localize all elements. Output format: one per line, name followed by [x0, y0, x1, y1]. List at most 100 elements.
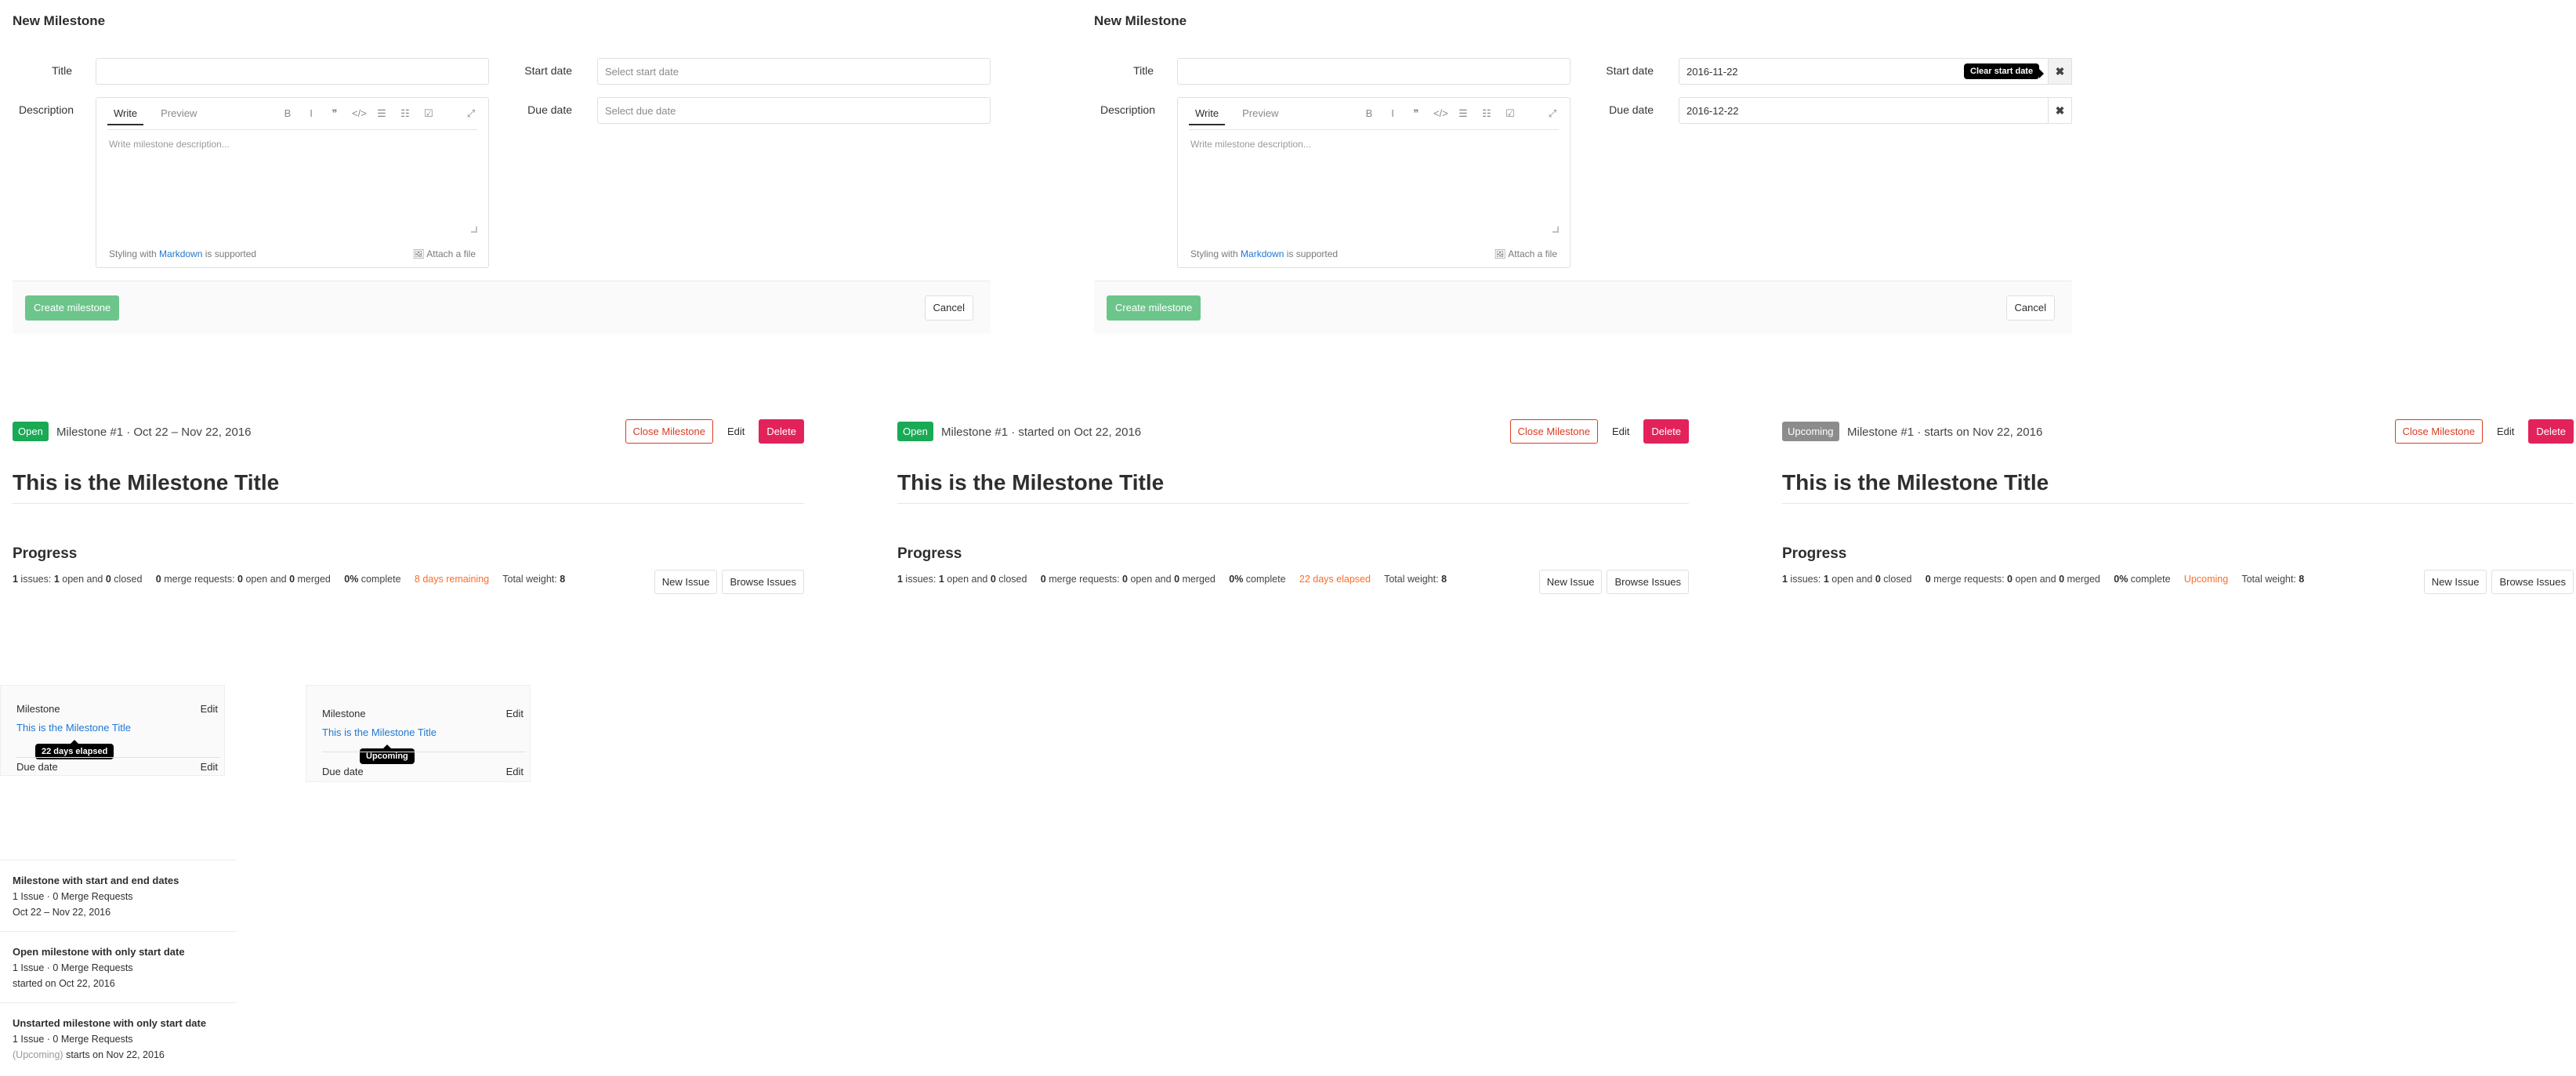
sidebar-milestone-label: Milestone: [16, 703, 60, 715]
status-badge: Upcoming: [1782, 422, 1839, 441]
sidebar-due-date-edit[interactable]: Edit: [201, 761, 218, 773]
edit-button[interactable]: Edit: [1604, 419, 1638, 444]
new-issue-button[interactable]: New Issue: [2423, 570, 2487, 594]
markdown-toolbar: B I ❞ </> ☰ ☷ ☑ ⤢: [1363, 107, 1559, 120]
progress-heading: Progress: [897, 545, 962, 562]
status-badge: Open: [13, 422, 49, 441]
tab-write[interactable]: Write: [1189, 104, 1226, 125]
list-item[interactable]: Open milestone with only start date 1 Is…: [13, 946, 185, 989]
stat-mr-text: merge requests:: [1045, 574, 1123, 585]
milestone-actions: Close Milestone Edit Delete: [2394, 419, 2574, 444]
close-milestone-button[interactable]: Close Milestone: [2394, 419, 2484, 444]
tab-preview[interactable]: Preview: [161, 104, 197, 125]
stat-mr-open: 0: [237, 574, 243, 585]
numbered-list-icon[interactable]: ☷: [1480, 107, 1493, 120]
stat-closed-text: closed: [995, 574, 1027, 585]
stat-issues-text: issues:: [902, 574, 939, 585]
stat-open-text: open and: [944, 574, 991, 585]
resize-grip-icon[interactable]: [1552, 226, 1559, 233]
issue-actions: New Issue Browse Issues: [654, 570, 804, 594]
new-issue-button[interactable]: New Issue: [654, 570, 718, 594]
browse-issues-button[interactable]: Browse Issues: [2491, 570, 2574, 594]
sidebar-milestone-link[interactable]: This is the Milestone Title: [16, 722, 131, 734]
quote-icon[interactable]: ❞: [328, 107, 341, 120]
numbered-list-icon[interactable]: ☷: [399, 107, 411, 120]
status-badge: Open: [897, 422, 933, 441]
new-issue-button[interactable]: New Issue: [1538, 570, 1603, 594]
edit-button[interactable]: Edit: [2489, 419, 2523, 444]
markdown-link[interactable]: Markdown: [1241, 248, 1284, 259]
list-item-title[interactable]: Unstarted milestone with only start date: [13, 1017, 206, 1029]
browse-issues-button[interactable]: Browse Issues: [722, 570, 804, 594]
bullet-list-icon[interactable]: ☰: [375, 107, 388, 120]
milestone-list: Milestone with start and end dates 1 Iss…: [0, 860, 237, 1071]
sidebar-milestone-block: Milestone Edit This is the Milestone Tit…: [306, 685, 531, 782]
title-input[interactable]: [96, 58, 489, 85]
stat-issues-count: 1: [13, 574, 18, 585]
create-milestone-button[interactable]: Create milestone: [1107, 295, 1201, 321]
list-item[interactable]: Unstarted milestone with only start date…: [13, 1017, 206, 1060]
due-date-input[interactable]: Select due date: [597, 97, 991, 124]
sidebar-milestone-link[interactable]: This is the Milestone Title: [322, 726, 437, 738]
list-item[interactable]: Milestone with start and end dates 1 Iss…: [13, 875, 179, 918]
code-icon[interactable]: </>: [1433, 107, 1448, 120]
create-milestone-button[interactable]: Create milestone: [25, 295, 120, 321]
sidebar-milestone-label: Milestone: [322, 708, 366, 719]
bold-icon[interactable]: B: [1363, 107, 1375, 120]
quote-icon[interactable]: ❞: [1410, 107, 1422, 120]
clear-start-date-button[interactable]: ✖: [2049, 58, 2072, 85]
bullet-list-icon[interactable]: ☰: [1457, 107, 1469, 120]
list-item-title[interactable]: Open milestone with only start date: [13, 946, 185, 958]
fullscreen-icon[interactable]: ⤢: [465, 107, 477, 120]
cancel-button[interactable]: Cancel: [2005, 295, 2055, 321]
sidebar-milestone-edit[interactable]: Edit: [506, 708, 524, 719]
task-list-icon[interactable]: ☑: [422, 107, 435, 120]
browse-issues-button[interactable]: Browse Issues: [1607, 570, 1689, 594]
sidebar-due-date-label: Due date: [16, 761, 58, 773]
markdown-link[interactable]: Markdown: [159, 248, 202, 259]
time-status: Upcoming: [2183, 574, 2229, 585]
delete-button[interactable]: Delete: [2528, 419, 2574, 444]
milestone-header-text: Milestone #1 · Oct 22 – Nov 22, 2016: [56, 426, 252, 439]
edit-button[interactable]: Edit: [719, 419, 753, 444]
delete-button[interactable]: Delete: [759, 419, 804, 444]
sidebar-milestone-edit[interactable]: Edit: [201, 703, 218, 715]
tab-write[interactable]: Write: [107, 104, 144, 125]
delete-button[interactable]: Delete: [1643, 419, 1689, 444]
italic-icon[interactable]: I: [305, 107, 317, 120]
start-date-input[interactable]: Select start date: [597, 58, 991, 85]
list-item-counts: 1 Issue · 0 Merge Requests: [13, 891, 133, 902]
stat-issues-count: 1: [1782, 574, 1788, 585]
italic-icon[interactable]: I: [1386, 107, 1399, 120]
code-icon[interactable]: </>: [352, 107, 367, 120]
description-textarea[interactable]: Write milestone description...: [109, 139, 230, 150]
stat-closed-count: 0: [1875, 574, 1881, 585]
cancel-button[interactable]: Cancel: [924, 295, 973, 321]
close-milestone-button[interactable]: Close Milestone: [1509, 419, 1599, 444]
divider: [0, 1002, 237, 1003]
due-date-label: Due date: [527, 103, 572, 116]
fullscreen-icon[interactable]: ⤢: [1546, 107, 1559, 120]
list-item-title[interactable]: Milestone with start and end dates: [13, 875, 179, 886]
stat-mr-open: 0: [1122, 574, 1128, 585]
resize-grip-icon[interactable]: [471, 226, 477, 233]
markdown-editor: Write Preview B I ❞ </> ☰ ☷ ☑ ⤢ Write milestone…: [96, 97, 489, 268]
due-date-input[interactable]: 2016-12-22: [1679, 97, 2049, 124]
milestone-detail: Open Milestone #1 · Oct 22 – Nov 22, 201…: [13, 419, 804, 602]
markdown-toolbar: B I ❞ </> ☰ ☷ ☑ ⤢: [281, 107, 477, 120]
sidebar-due-date-edit[interactable]: Edit: [506, 766, 524, 777]
stat-mr-open-text: open and: [242, 574, 290, 585]
progress-stats: 1 issues: 1 open and 0 closed 0 merge re…: [1782, 574, 2304, 585]
attach-file-button[interactable]: 🖼 Attach a file: [1494, 248, 1557, 259]
title-input[interactable]: [1177, 58, 1571, 85]
bold-icon[interactable]: B: [281, 107, 294, 120]
task-list-icon[interactable]: ☑: [1504, 107, 1516, 120]
description-textarea[interactable]: Write milestone description...: [1190, 139, 1311, 150]
attach-file-button[interactable]: 🖼 Attach a file: [412, 248, 476, 259]
divider: [1189, 129, 1559, 130]
close-milestone-button[interactable]: Close Milestone: [625, 419, 714, 444]
clear-due-date-button[interactable]: ✖: [2049, 97, 2072, 124]
tab-preview[interactable]: Preview: [1242, 104, 1278, 125]
divider: [16, 757, 220, 758]
stat-weight: 8: [560, 574, 566, 585]
